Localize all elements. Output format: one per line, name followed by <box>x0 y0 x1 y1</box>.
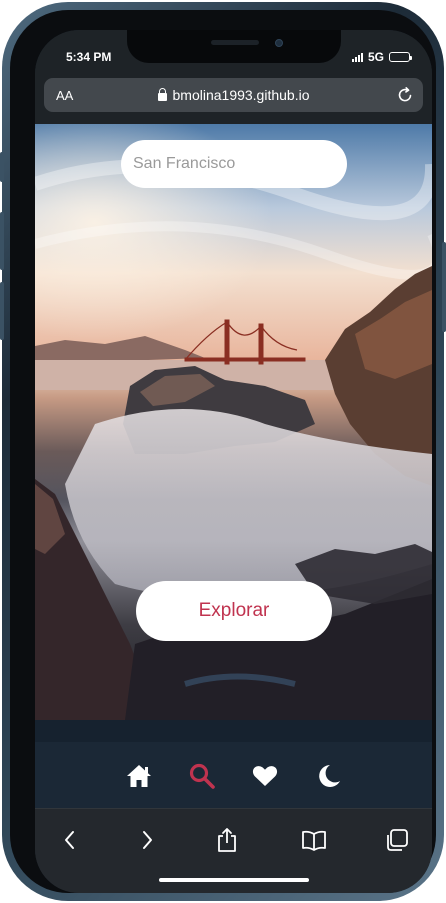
signal-icon <box>351 52 363 62</box>
speaker-grille <box>211 40 259 45</box>
volume-down-button <box>0 282 4 340</box>
url-text: bmolina1993.github.io <box>172 87 310 103</box>
home-indicator <box>159 878 309 882</box>
phone-frame: 5:34 PM 5G AA bmolina1993.github.io San … <box>0 2 446 901</box>
moon-icon[interactable] <box>314 762 342 790</box>
heart-icon[interactable] <box>251 762 279 790</box>
status-time: 5:34 PM <box>66 50 112 64</box>
search-icon[interactable] <box>188 762 216 790</box>
status-bar: 5:34 PM 5G <box>35 30 432 78</box>
battery-icon <box>389 52 412 62</box>
search-input-value: San Francisco <box>133 155 236 172</box>
status-indicators: 5G <box>351 50 412 64</box>
screen: 5:34 PM 5G AA bmolina1993.github.io San … <box>35 30 432 893</box>
lock-icon <box>157 88 167 101</box>
share-icon[interactable] <box>214 827 240 853</box>
url-display[interactable]: bmolina1993.github.io <box>44 87 423 103</box>
phone-bezel: 5:34 PM 5G AA bmolina1993.github.io San … <box>10 10 436 893</box>
tabs-icon[interactable] <box>384 827 410 853</box>
volume-up-button <box>0 212 4 270</box>
browser-url-area: AA bmolina1993.github.io <box>35 78 432 124</box>
mute-switch <box>0 152 4 182</box>
forward-icon[interactable] <box>134 827 160 853</box>
address-bar[interactable]: AA bmolina1993.github.io <box>44 78 423 112</box>
search-input[interactable]: San Francisco <box>121 140 347 188</box>
hero-background-image: San Francisco Explorar <box>35 124 432 720</box>
home-icon[interactable] <box>125 762 153 790</box>
network-label: 5G <box>367 50 384 64</box>
explore-button[interactable]: Explorar <box>136 581 332 641</box>
bookmarks-icon[interactable] <box>301 827 327 853</box>
back-icon[interactable] <box>57 827 83 853</box>
app-bottom-nav <box>35 742 432 808</box>
browser-toolbar <box>35 808 432 893</box>
page-bottom-strip <box>35 720 432 742</box>
explore-button-label: Explorar <box>198 600 270 621</box>
reload-icon[interactable] <box>395 85 415 105</box>
power-button <box>442 242 446 332</box>
front-camera <box>275 39 283 47</box>
notch <box>127 30 341 63</box>
